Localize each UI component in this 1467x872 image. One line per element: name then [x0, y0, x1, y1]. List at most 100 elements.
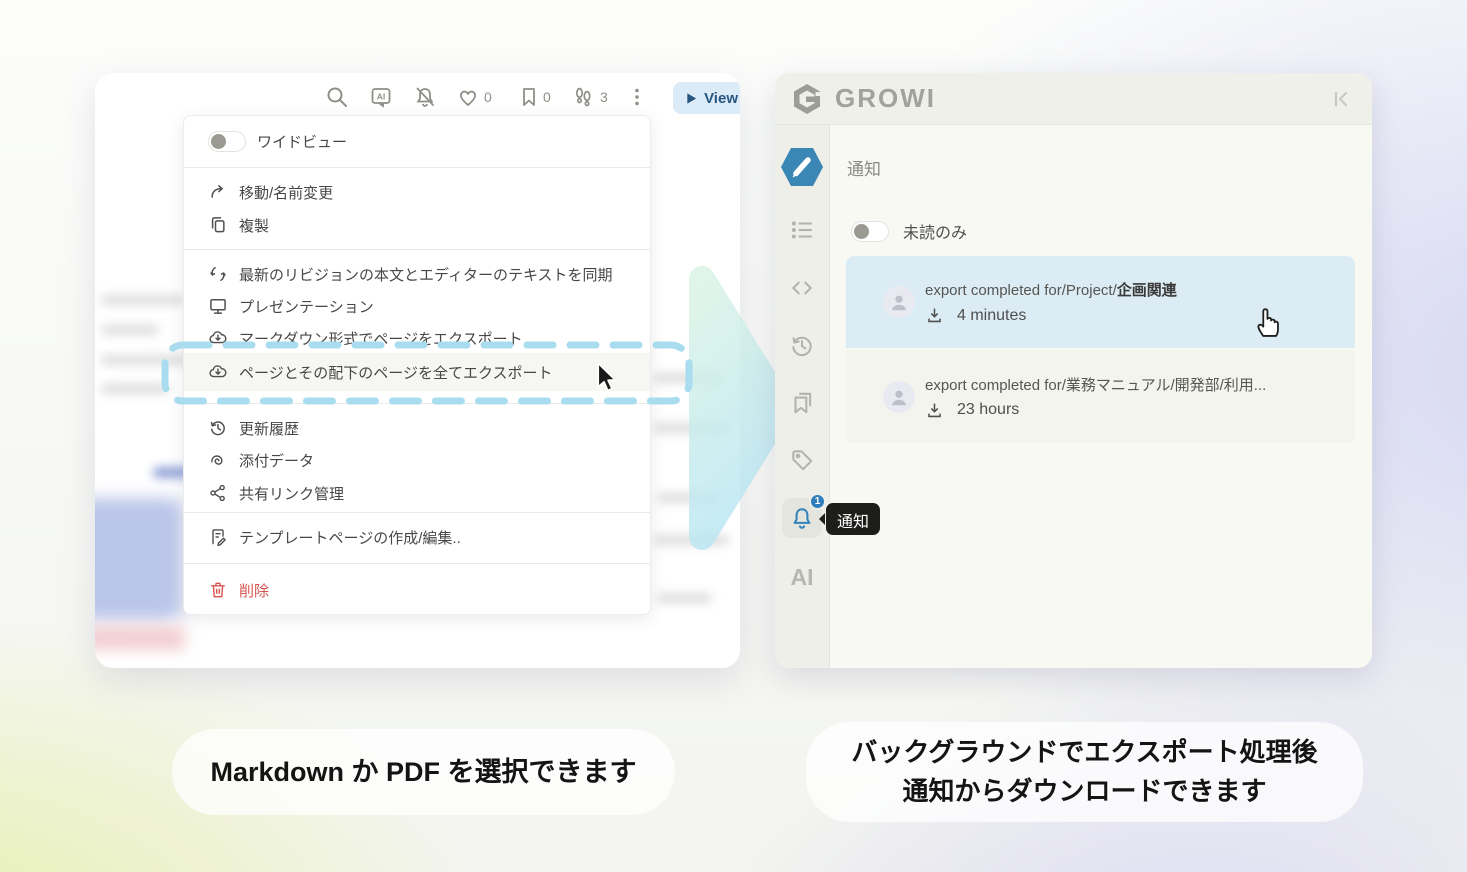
menu-item-export-all-pages[interactable]: ページとその配下のページを全てエクスポート [184, 353, 650, 391]
ai-assistant-icon[interactable]: AI [369, 85, 393, 109]
search-icon[interactable] [325, 85, 349, 109]
blurred-banner [95, 626, 185, 650]
blurred-text [101, 355, 193, 365]
wiki-page-card: AI 0 0 3 View [95, 73, 740, 668]
template-page-icon [208, 527, 228, 547]
bookmark-count: 0 [543, 89, 551, 105]
caption-left: Markdown か PDF を選択できます [172, 729, 675, 815]
menu-item-history[interactable]: 更新履歴 [184, 412, 650, 444]
avatar [883, 286, 915, 318]
menu-item-label: 移動/名前変更 [239, 182, 333, 203]
menu-item-presentation[interactable]: プレゼンテーション [184, 290, 650, 322]
menu-item-label: 共有リンク管理 [239, 483, 344, 504]
mouse-cursor-hand [1252, 302, 1284, 343]
play-icon [685, 92, 698, 105]
growi-header: GROWI [775, 73, 1372, 125]
menu-item-label: 添付データ [239, 450, 314, 471]
notifications-panel: 通知 未読のみ export completed for/Project/企画関… [830, 125, 1372, 668]
footprints-icon[interactable] [571, 85, 595, 109]
menu-item-attachments[interactable]: 添付データ [184, 444, 650, 476]
tag-icon[interactable] [782, 440, 822, 480]
panel-title: 通知 [847, 155, 881, 180]
sync-icon [208, 264, 228, 284]
menu-item-move-rename[interactable]: 移動/名前変更 [184, 176, 650, 208]
menu-divider [184, 512, 650, 513]
page-list-icon[interactable] [782, 210, 822, 250]
footprint-count: 3 [600, 89, 608, 105]
menu-item-duplicate[interactable]: 複製 [184, 209, 650, 241]
bookmarks-icon[interactable] [782, 383, 822, 423]
menu-item-sync-revision[interactable]: 最新のリビジョンの本文とエディターのテキストを同期 [184, 258, 650, 290]
menu-item-label: テンプレートページの作成/編集.. [239, 527, 461, 548]
notification-item[interactable]: export completed for/業務マニュアル/開発部/利用... 2… [846, 350, 1355, 443]
bookmark-icon[interactable] [517, 85, 541, 109]
export-cloud-icon [208, 328, 228, 348]
unread-only-label: 未読のみ [903, 219, 967, 243]
notification-badge: 1 [809, 493, 826, 510]
menu-item-export-markdown[interactable]: マークダウン形式でページをエクスポート [184, 322, 650, 354]
presentation-icon [208, 296, 228, 316]
app-title: GROWI [835, 83, 936, 114]
move-rename-icon [208, 182, 228, 202]
growi-logo [789, 81, 825, 117]
share-icon [208, 483, 228, 503]
wide-view-label: ワイドビュー [257, 131, 347, 152]
code-icon[interactable] [782, 268, 822, 308]
download-icon [925, 306, 944, 325]
blurred-text [101, 325, 159, 335]
like-icon[interactable] [456, 85, 480, 109]
menu-item-delete[interactable]: 削除 [184, 574, 650, 606]
edit-hexagon-icon[interactable] [778, 145, 826, 189]
history-icon [208, 418, 228, 438]
unread-only-toggle[interactable] [851, 221, 889, 242]
page-toolbar: AI 0 0 3 View [95, 73, 740, 119]
tutorial-screenshot: AI 0 0 3 View [0, 0, 1467, 872]
blurred-text [101, 384, 169, 394]
export-cloud-icon [208, 362, 228, 382]
menu-item-label: プレゼンテーション [239, 296, 374, 317]
ai-label: AI [791, 564, 814, 591]
view-button[interactable]: View [673, 82, 740, 114]
growi-sidebar: 1 AI [775, 125, 830, 668]
recent-changes-icon[interactable] [782, 326, 822, 366]
notification-title: export completed for/Project/企画関連 [925, 279, 1177, 300]
kebab-menu-icon[interactable] [625, 85, 649, 109]
bell-tooltip: 通知 [826, 503, 880, 535]
caption-right: バックグラウンドでエクスポート処理後 通知からダウンロードできます [806, 722, 1363, 822]
blurred-card [95, 498, 182, 620]
view-button-label: View [704, 90, 738, 107]
unread-filter-row: 未読のみ [851, 219, 967, 243]
menu-divider [184, 249, 650, 250]
menu-item-label: 複製 [239, 215, 269, 236]
notification-meta: 4 minutes [925, 306, 1177, 325]
menu-item-label: ページとその配下のページを全てエクスポート [239, 362, 553, 383]
avatar [883, 381, 915, 413]
notification-time: 23 hours [957, 401, 1019, 419]
collapse-sidebar-icon[interactable] [1330, 87, 1354, 111]
ai-sidebar-icon[interactable]: AI [782, 557, 822, 597]
like-count: 0 [484, 89, 492, 105]
mouse-cursor-arrow [595, 362, 619, 399]
menu-item-label: 更新履歴 [239, 418, 299, 439]
paperclip-icon [208, 450, 228, 470]
notification-list: export completed for/Project/企画関連 4 minu… [846, 256, 1355, 443]
menu-divider [184, 563, 650, 564]
trash-icon [208, 580, 228, 600]
duplicate-icon [208, 215, 228, 235]
svg-text:AI: AI [377, 92, 386, 102]
notifications-bell-icon[interactable]: 1 [782, 498, 822, 538]
bell-muted-icon[interactable] [413, 85, 437, 109]
menu-divider [184, 167, 650, 168]
menu-item-template[interactable]: テンプレートページの作成/編集.. [184, 521, 650, 553]
wide-view-toggle[interactable] [208, 131, 246, 152]
menu-divider [184, 403, 650, 404]
notification-time: 4 minutes [957, 307, 1026, 325]
growi-window: GROWI [775, 73, 1372, 668]
menu-item-share-links[interactable]: 共有リンク管理 [184, 477, 650, 509]
notification-meta: 23 hours [925, 401, 1266, 420]
menu-item-label: 削除 [239, 580, 269, 601]
menu-item-label: マークダウン形式でページをエクスポート [239, 328, 523, 349]
blurred-text [101, 295, 185, 305]
notification-title: export completed for/業務マニュアル/開発部/利用... [925, 374, 1266, 395]
menu-item-wide-view[interactable]: ワイドビュー [184, 122, 650, 160]
